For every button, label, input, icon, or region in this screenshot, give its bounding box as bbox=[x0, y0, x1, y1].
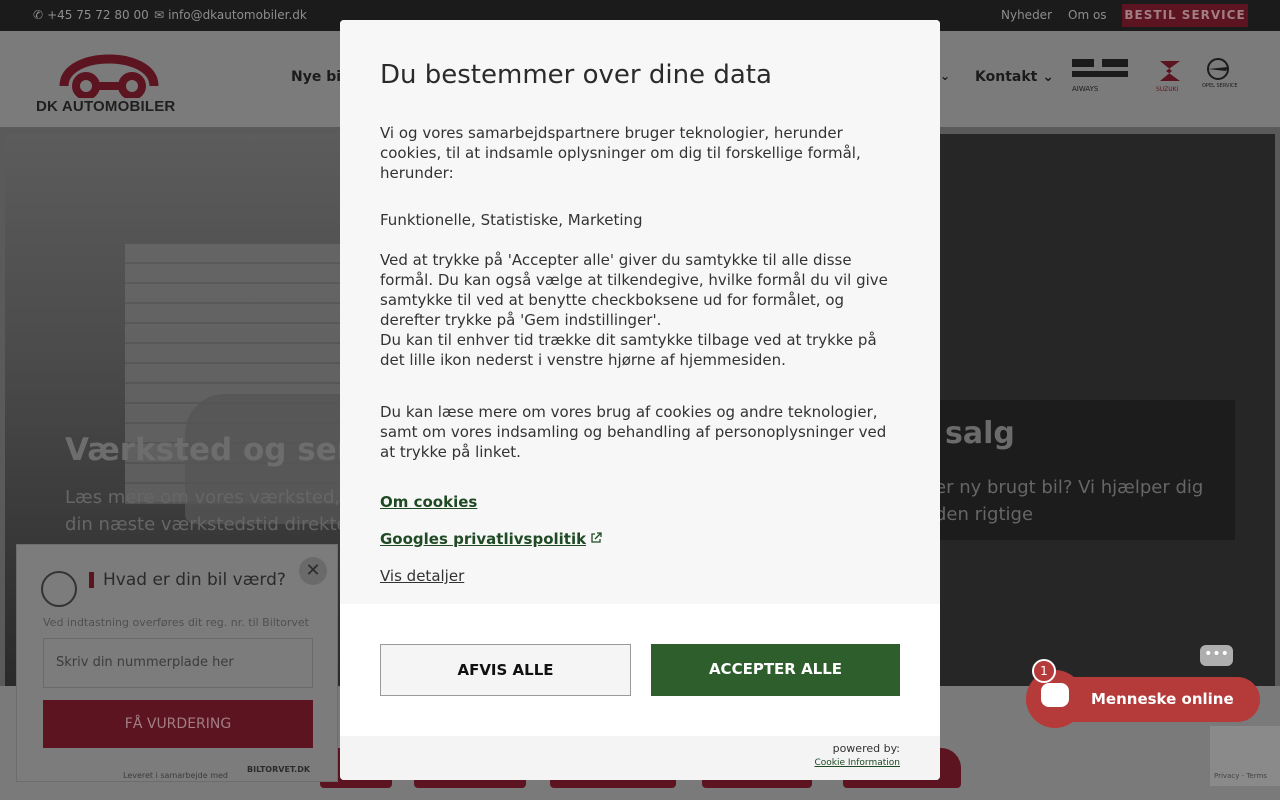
close-icon[interactable]: ✕ bbox=[299, 557, 327, 585]
sale-title: salg bbox=[945, 416, 1015, 451]
external-link-icon bbox=[590, 530, 602, 548]
consent-purposes: Funktionelle, Statistiske, Marketing bbox=[380, 211, 643, 229]
aiways-logo[interactable]: AIWAYS bbox=[1072, 57, 1130, 93]
chevron-down-icon: ⌄ bbox=[1042, 69, 1054, 85]
google-privacy-label: Googles privatlivspolitik bbox=[380, 530, 587, 548]
email-address: info@dkautomobiler.dk bbox=[168, 8, 307, 22]
phone-link[interactable]: ✆ +45 75 72 80 00 bbox=[33, 8, 149, 22]
chevron-down-icon[interactable]: ⌄ bbox=[940, 69, 950, 83]
email-link[interactable]: ✉ info@dkautomobiler.dk bbox=[154, 8, 307, 22]
order-service-button[interactable]: BESTIL SERVICE bbox=[1122, 4, 1248, 27]
valuation-car-icon bbox=[41, 571, 77, 607]
cookie-information-link[interactable]: Cookie Information bbox=[814, 758, 900, 768]
workshop-text-line-2: din næste værkstedstid direkte fr bbox=[65, 514, 368, 535]
chat-more-icon[interactable]: ••• bbox=[1200, 645, 1233, 666]
aiways-logo-text: AIWAYS bbox=[1072, 85, 1099, 93]
title-accent-bar bbox=[89, 572, 94, 588]
consent-intro: Vi og vores samarbejdspartnere bruger te… bbox=[380, 124, 861, 182]
workshop-text-line-1: Læs mere om vores værksted, og bbox=[65, 487, 369, 508]
chat-launcher[interactable]: 1 Menneske online bbox=[1026, 659, 1260, 728]
phone-icon: ✆ bbox=[33, 8, 44, 22]
consent-explanation-1: Ved at trykke på 'Accepter alle' giver d… bbox=[380, 251, 888, 329]
nav-contact-label: Kontakt bbox=[975, 69, 1038, 85]
car-valuation-widget: Hvad er din bil værd? ✕ Ved indtastning … bbox=[16, 544, 338, 782]
valuation-title: Hvad er din bil værd? bbox=[103, 570, 286, 590]
sale-text-line-2: den rigtige bbox=[935, 504, 1034, 525]
opel-logo[interactable]: OPEL SERVICE bbox=[1200, 57, 1238, 95]
suzuki-logo-text: SUZUKI bbox=[1156, 86, 1179, 93]
powered-by-label: powered by: bbox=[832, 742, 900, 755]
about-cookies-link[interactable]: Om cookies bbox=[380, 493, 477, 511]
opel-logo-text: OPEL SERVICE bbox=[1202, 83, 1238, 89]
valuation-note: Ved indtastning overføres dit reg. nr. t… bbox=[43, 616, 309, 629]
chat-bubble-glyph bbox=[1041, 683, 1069, 707]
sale-text-line-1: er ny brugt bil? Vi hjælper dig bbox=[935, 477, 1204, 498]
accept-all-button[interactable]: ACCEPTER ALLE bbox=[651, 644, 900, 696]
cookie-consent-dialog: Du bestemmer over dine data Vi og vores … bbox=[340, 20, 940, 780]
logo[interactable]: DK AUTOMOBILER bbox=[34, 40, 186, 118]
get-valuation-button[interactable]: FÅ VURDERING bbox=[43, 700, 313, 748]
valuation-footer: Leveret i samarbejde med bbox=[123, 771, 228, 780]
workshop-text: Læs mere om vores værksted, og din næste… bbox=[65, 484, 368, 538]
recaptcha-text: Privacy - Terms bbox=[1214, 772, 1267, 780]
logo-car-icon bbox=[59, 54, 159, 100]
decline-all-button[interactable]: AFVIS ALLE bbox=[380, 644, 631, 696]
nav-new-cars[interactable]: Nye bil bbox=[291, 69, 346, 85]
consent-explanation: Ved at trykke på 'Accepter alle' giver d… bbox=[380, 250, 905, 370]
phone-number: +45 75 72 80 00 bbox=[47, 8, 149, 22]
license-plate-input[interactable]: Skriv din nummerplade her bbox=[43, 638, 313, 688]
logo-text: DK AUTOMOBILER bbox=[36, 98, 176, 115]
recaptcha-badge[interactable]: Privacy - Terms bbox=[1210, 726, 1280, 786]
consent-title: Du bestemmer over dine data bbox=[380, 60, 772, 90]
chat-unread-badge: 1 bbox=[1032, 659, 1056, 683]
consent-read-more: Du kan læse mere om vores brug af cookie… bbox=[380, 403, 887, 461]
show-details-link[interactable]: Vis detaljer bbox=[380, 567, 464, 585]
nav-about[interactable]: Om os bbox=[1068, 8, 1107, 22]
nav-contact[interactable]: Kontakt ⌄ bbox=[975, 69, 1054, 85]
biltorvet-logo[interactable]: BILTORVET.DK bbox=[247, 765, 310, 774]
chat-label: Menneske online bbox=[1091, 690, 1234, 708]
nav-news[interactable]: Nyheder bbox=[1001, 8, 1052, 22]
google-privacy-link[interactable]: Googles privatlivspolitik bbox=[380, 530, 602, 548]
consent-explanation-2: Du kan til enhver tid trække dit samtykk… bbox=[380, 331, 877, 369]
mail-icon: ✉ bbox=[154, 8, 165, 22]
consent-footer: powered by: Cookie Information bbox=[340, 736, 940, 780]
sale-text: er ny brugt bil? Vi hjælper dig den rigt… bbox=[935, 474, 1203, 528]
suzuki-logo[interactable]: SUZUKI bbox=[1154, 57, 1188, 93]
